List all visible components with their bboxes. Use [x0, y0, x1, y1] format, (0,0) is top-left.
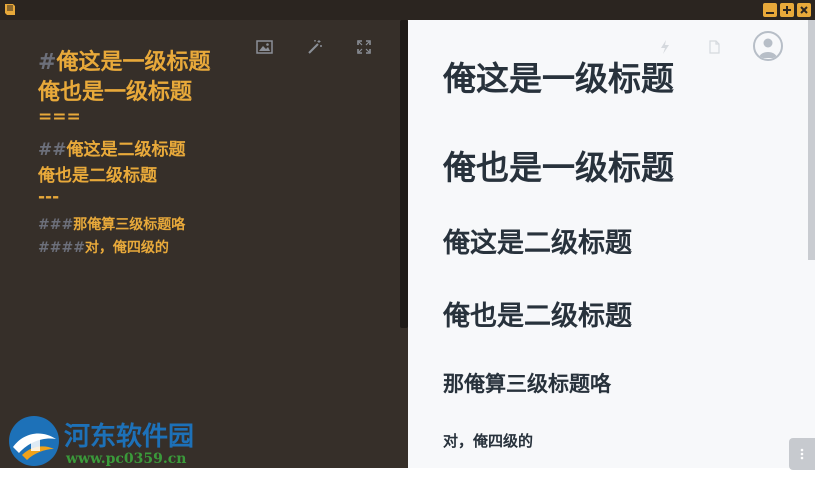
title-bar — [0, 0, 815, 20]
editor-line-text: --- — [38, 187, 60, 207]
preview-h2: 俺这是二级标题 — [443, 228, 632, 259]
preview-scrollbar[interactable] — [808, 20, 815, 260]
grip-icon — [800, 448, 804, 460]
magic-wand-icon[interactable] — [307, 39, 323, 55]
editor-line: 俺也是一级标题 — [38, 74, 192, 106]
editor-line-text: 对，俺四级的 — [84, 240, 169, 256]
heading-marker: # — [38, 50, 57, 75]
editor-line: === — [38, 107, 81, 127]
editor-line: #俺这是一级标题 — [38, 44, 210, 76]
preview-h2: 俺也是二级标题 — [443, 301, 632, 332]
preview-h3: 那俺算三级标题咯 — [443, 372, 611, 396]
editor-line-text: 那俺算三级标题咯 — [73, 217, 186, 233]
maximize-button[interactable] — [780, 3, 794, 17]
editor-line: --- — [38, 187, 59, 207]
preview-h1: 俺也是一级标题 — [443, 148, 674, 187]
preview-h4: 对，俺四级的 — [443, 432, 534, 450]
file-icon[interactable] — [709, 40, 720, 54]
editor-line: 俺也是二级标题 — [38, 161, 157, 186]
editor-line: ##俺这是二级标题 — [38, 135, 186, 160]
fullscreen-icon[interactable] — [357, 40, 371, 54]
close-icon — [800, 6, 808, 14]
heading-marker: ## — [38, 140, 67, 160]
heading-marker: #### — [38, 240, 85, 256]
watermark: 河东软件园 www.pc0359.cn — [6, 413, 211, 471]
watermark-title: 河东软件园 — [64, 422, 195, 452]
book-icon[interactable] — [3, 3, 16, 16]
editor-line-text: 俺这是二级标题 — [66, 140, 186, 160]
editor-line-text: === — [38, 107, 81, 127]
editor-scrollbar[interactable] — [400, 20, 408, 328]
editor-line: ####对，俺四级的 — [38, 237, 169, 257]
watermark-url: www.pc0359.cn — [66, 451, 187, 467]
maximize-icon — [783, 6, 791, 14]
editor-line: ###那俺算三级标题咯 — [38, 214, 185, 234]
image-icon[interactable] — [256, 40, 273, 54]
preview-h1: 俺这是一级标题 — [443, 59, 674, 98]
minimize-button[interactable] — [763, 3, 777, 17]
editor-line-text: 俺也是一级标题 — [38, 80, 193, 105]
watermark-logo-icon — [9, 416, 59, 466]
minimize-icon — [766, 12, 774, 14]
editor-line-text: 俺也是二级标题 — [38, 166, 157, 186]
editor-line-text: 俺这是一级标题 — [56, 50, 211, 75]
heading-marker: ### — [38, 217, 74, 233]
user-avatar-icon[interactable] — [753, 31, 783, 61]
panel-toggle-handle[interactable] — [789, 438, 815, 470]
close-button[interactable] — [797, 3, 811, 17]
